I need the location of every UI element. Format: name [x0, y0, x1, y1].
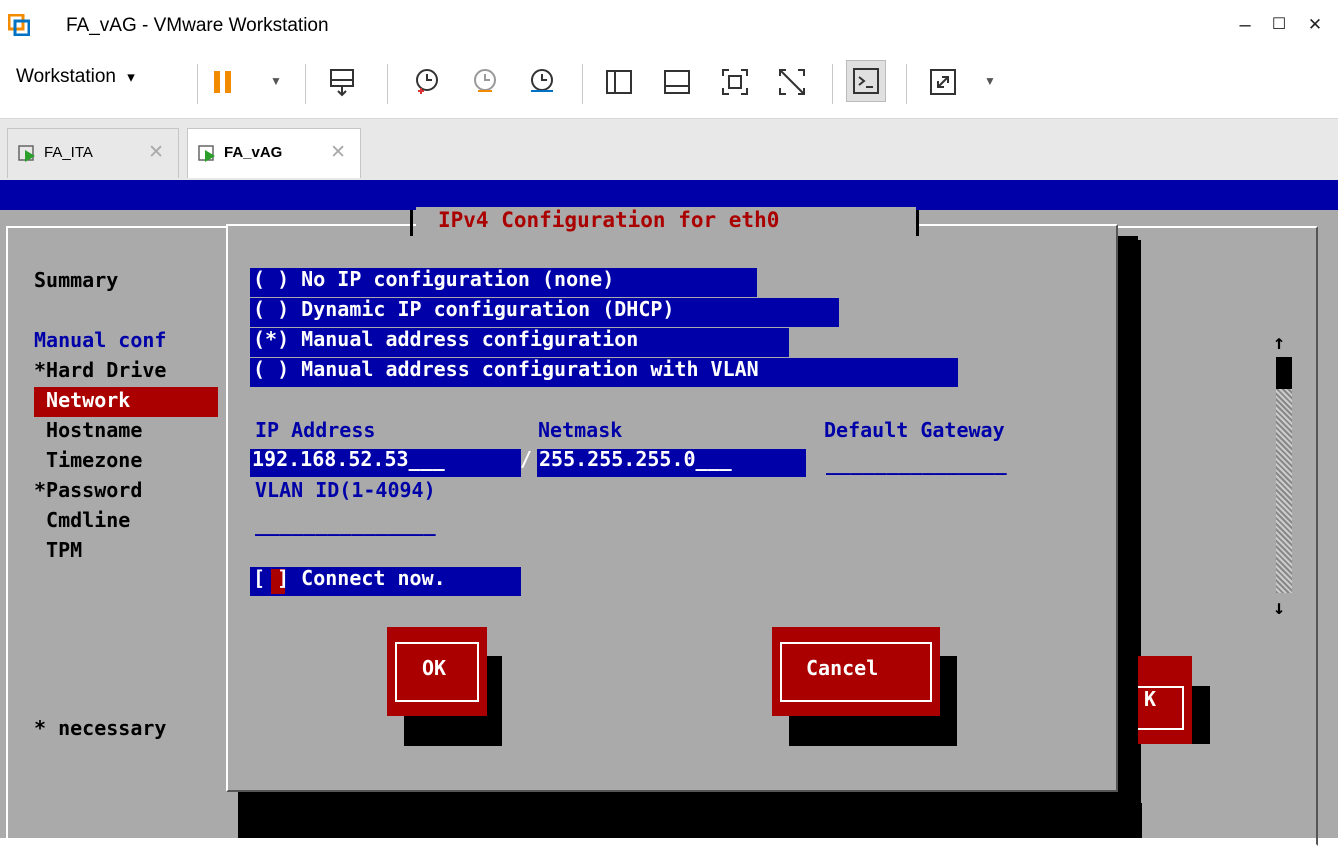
- menu-item-timezone[interactable]: Timezone: [34, 448, 142, 472]
- scroll-down-arrow-icon[interactable]: ↓: [1273, 595, 1285, 619]
- dialog-title-bracket-right: [916, 210, 919, 236]
- stretch-guest-icon[interactable]: [926, 65, 960, 99]
- netmask-input[interactable]: 255.255.255.0___: [539, 447, 732, 471]
- ip-address-label: IP Address: [255, 418, 376, 442]
- snapshot-take-icon[interactable]: [410, 65, 444, 99]
- scrollbar-thumb[interactable]: [1276, 357, 1292, 389]
- workstation-menu-label: Workstation: [16, 66, 116, 87]
- vlan-id-input[interactable]: _______________: [255, 512, 436, 536]
- menu-item-password[interactable]: *Password: [34, 478, 142, 502]
- toolbar-separator: [582, 64, 583, 104]
- unity-icon[interactable]: [775, 65, 809, 99]
- scroll-up-arrow-icon[interactable]: ↑: [1273, 330, 1285, 354]
- maximize-button[interactable]: ☐: [1264, 10, 1294, 40]
- radio-manual-vlan[interactable]: ( ) Manual address configuration with VL…: [253, 357, 759, 381]
- minimize-button[interactable]: –: [1230, 10, 1260, 40]
- full-screen-icon[interactable]: [718, 65, 752, 99]
- tab-fa-vag[interactable]: FA_vAG ✕: [187, 128, 361, 178]
- pause-dropdown-icon[interactable]: ▼: [270, 74, 282, 88]
- workstation-menu[interactable]: Workstation ▾: [16, 66, 135, 88]
- tab-close-icon[interactable]: ✕: [330, 141, 346, 164]
- window-title: FA_vAG - VMware Workstation: [66, 15, 329, 36]
- toolbar-separator: [387, 64, 388, 104]
- send-ctrl-alt-del-icon[interactable]: [326, 65, 360, 99]
- default-gateway-label: Default Gateway: [824, 418, 1005, 442]
- background-ok-label: K: [1144, 687, 1157, 711]
- vm-running-icon: [198, 145, 215, 162]
- menu-item-tpm[interactable]: TPM: [34, 538, 82, 562]
- dialog-title: IPv4 Configuration for eth0: [438, 208, 780, 232]
- ip-address-input[interactable]: 192.168.52.53___: [252, 447, 445, 471]
- pause-icon[interactable]: [208, 65, 242, 99]
- dialog-title-bracket-left: [410, 210, 413, 236]
- console-icon: [853, 68, 879, 94]
- stretch-dropdown-icon[interactable]: ▼: [984, 74, 996, 88]
- toolbar-separator: [906, 64, 907, 104]
- netmask-label: Netmask: [538, 418, 623, 442]
- menu-item-hard-drive[interactable]: *Hard Drive: [34, 358, 166, 382]
- close-button[interactable]: ✕: [1300, 10, 1330, 40]
- console-view-button[interactable]: [846, 60, 886, 102]
- tab-label: FA_ITA: [44, 144, 93, 161]
- radio-no-ip[interactable]: ( ) No IP configuration (none): [253, 267, 614, 291]
- ok-button-label: OK: [422, 656, 447, 680]
- chevron-down-icon: ▾: [127, 69, 135, 86]
- toolbar-separator: [305, 64, 306, 104]
- default-gateway-input[interactable]: _______________: [826, 451, 1007, 475]
- radio-manual[interactable]: (*) Manual address configuration: [253, 327, 638, 351]
- thumbnail-bar-icon[interactable]: [660, 65, 694, 99]
- toolbar-separator: [832, 64, 833, 104]
- snapshot-manager-icon[interactable]: [525, 65, 559, 99]
- snapshot-revert-icon[interactable]: [468, 65, 502, 99]
- vmware-logo-icon: [7, 13, 31, 37]
- menu-item-cmdline[interactable]: Cmdline: [34, 508, 130, 532]
- radio-dhcp[interactable]: ( ) Dynamic IP configuration (DHCP): [253, 297, 674, 321]
- toolbar-separator: [197, 64, 198, 104]
- vlan-id-label: VLAN ID(1-4094): [255, 478, 436, 502]
- vm-running-icon: [18, 145, 35, 162]
- connect-now-checkbox[interactable]: [ ] Connect now.: [253, 566, 446, 590]
- tab-fa-ita[interactable]: FA_ITA ✕: [7, 128, 179, 178]
- scrollbar-track[interactable]: [1276, 389, 1292, 593]
- tab-close-icon[interactable]: ✕: [148, 141, 164, 164]
- menu-item-summary[interactable]: Summary: [34, 268, 118, 292]
- necessary-footnote: * necessary: [34, 716, 167, 740]
- menu-item-hostname[interactable]: Hostname: [34, 418, 142, 442]
- cancel-button-label: Cancel: [806, 656, 879, 680]
- slash-separator: /: [520, 447, 533, 471]
- menu-item-network[interactable]: Network: [34, 388, 130, 412]
- show-library-icon[interactable]: [602, 65, 636, 99]
- bottom-shadow: [238, 803, 1142, 838]
- tab-label: FA_vAG: [224, 144, 283, 161]
- menu-item-manual-conf[interactable]: Manual conf: [34, 328, 166, 352]
